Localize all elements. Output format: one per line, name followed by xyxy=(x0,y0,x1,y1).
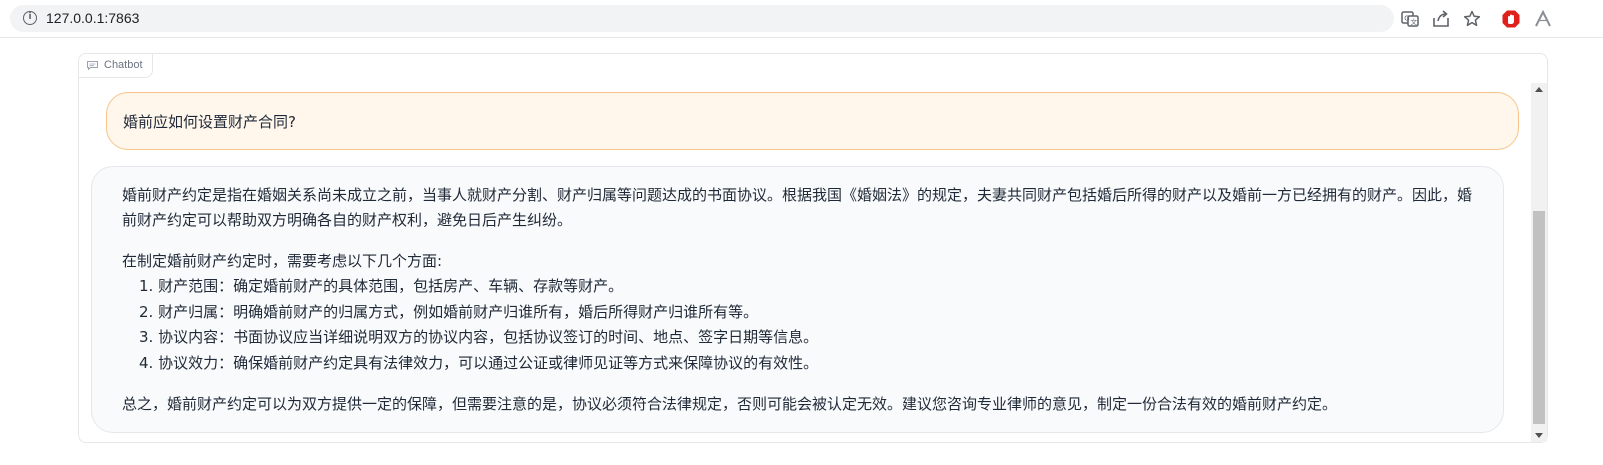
list-item: 2. 财产归属：明确婚前财产的归属方式，例如婚前财产归谁所有，婚后所得财产归谁所… xyxy=(139,302,759,321)
svg-text:G: G xyxy=(1404,15,1409,23)
user-message: 婚前应如何设置财产合同? xyxy=(106,92,1519,150)
list-item: 3. 协议内容：书面协议应当详细说明双方的协议内容，包括协议签订的时间、地点、签… xyxy=(139,328,819,346)
browser-address-bar: i 127.0.0.1:7863 G 文 xyxy=(0,0,1603,38)
scroll-down-arrow-icon[interactable] xyxy=(1535,433,1543,438)
chatbot-label-text: Chatbot xyxy=(104,59,143,71)
info-icon[interactable]: i xyxy=(23,11,37,25)
bot-considerations-list: 1. 财产范围：确定婚前财产的具体范围，包括房产、车辆、存款等财产。 2. 财产… xyxy=(122,274,1473,376)
bot-intro-paragraph: 婚前财产约定是指在婚姻关系尚未成立之前，当事人就财产分割、财产归属等问题达成的书… xyxy=(122,186,1473,229)
share-icon[interactable] xyxy=(1431,9,1451,29)
bot-message: 婚前财产约定是指在婚姻关系尚未成立之前，当事人就财产分割、财产归属等问题达成的书… xyxy=(91,166,1504,433)
chat-icon xyxy=(87,61,98,70)
extension-adblock-icon[interactable] xyxy=(1501,9,1521,29)
scroll-up-arrow-icon[interactable] xyxy=(1535,87,1543,92)
url-field[interactable]: i 127.0.0.1:7863 xyxy=(10,5,1394,32)
bot-list-heading: 在制定婚前财产约定时，需要考虑以下几个方面: xyxy=(122,252,443,270)
bot-conclusion-paragraph: 总之，婚前财产约定可以为双方提供一定的保障，但需要注意的是，协议必须符合法律规定… xyxy=(122,395,1338,413)
url-text[interactable]: 127.0.0.1:7863 xyxy=(46,10,139,26)
scrollbar-thumb[interactable] xyxy=(1533,211,1545,424)
chat-scrollbar[interactable] xyxy=(1531,83,1547,442)
extension-a-icon[interactable] xyxy=(1533,9,1553,29)
user-message-text: 婚前应如何设置财产合同? xyxy=(123,112,296,131)
list-item: 4. 协议效力：确保婚前财产约定具有法律效力，可以通过公证或律师见证等方式来保障… xyxy=(139,353,819,372)
bookmark-star-icon[interactable] xyxy=(1462,9,1482,29)
svg-text:文: 文 xyxy=(1411,17,1418,26)
chatbot-label: Chatbot xyxy=(79,54,153,78)
translate-icon[interactable]: G 文 xyxy=(1400,9,1420,29)
list-item: 1. 财产范围：确定婚前财产的具体范围，包括房产、车辆、存款等财产。 xyxy=(139,277,624,295)
